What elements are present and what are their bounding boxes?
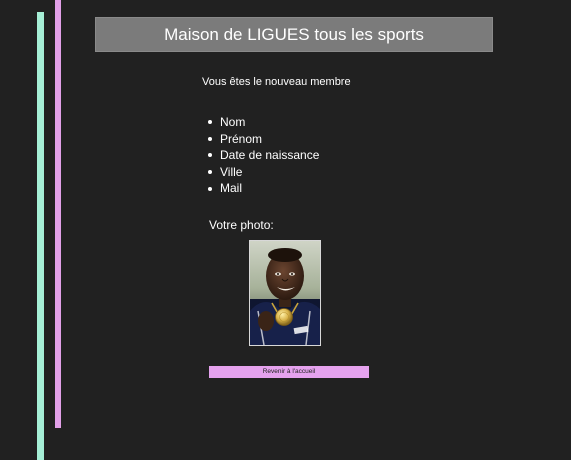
page-header: Maison de LIGUES tous les sports <box>95 17 493 52</box>
list-item: Date de naissance <box>207 147 319 164</box>
list-item: Prénom <box>207 131 319 148</box>
page: Maison de LIGUES tous les sports Vous êt… <box>0 0 571 460</box>
list-item: Mail <box>207 180 319 197</box>
mint-decorative-bar <box>37 12 44 460</box>
back-home-button[interactable]: Revenir à l'accueil <box>209 366 369 378</box>
member-fields-list: Nom Prénom Date de naissance Ville Mail <box>207 114 319 197</box>
bullet-icon <box>208 120 212 125</box>
athlete-photo-image <box>250 241 320 345</box>
field-label-mail: Mail <box>220 181 243 196</box>
bullet-icon <box>208 186 212 191</box>
list-item: Nom <box>207 114 319 131</box>
field-label-date-naissance: Date de naissance <box>220 148 320 163</box>
bullet-icon <box>208 136 212 141</box>
field-label-prenom: Prénom <box>220 131 263 146</box>
bullet-icon <box>208 153 212 158</box>
field-label-ville: Ville <box>220 164 243 179</box>
bullet-icon <box>208 170 212 175</box>
welcome-message: Vous êtes le nouveau membre <box>202 76 351 88</box>
violet-decorative-bar <box>55 0 61 428</box>
field-label-nom: Nom <box>220 115 246 129</box>
page-title: Maison de LIGUES tous les sports <box>164 24 424 44</box>
member-photo <box>249 240 321 346</box>
list-item: Ville <box>207 164 319 181</box>
photo-label: Votre photo: <box>209 218 274 232</box>
